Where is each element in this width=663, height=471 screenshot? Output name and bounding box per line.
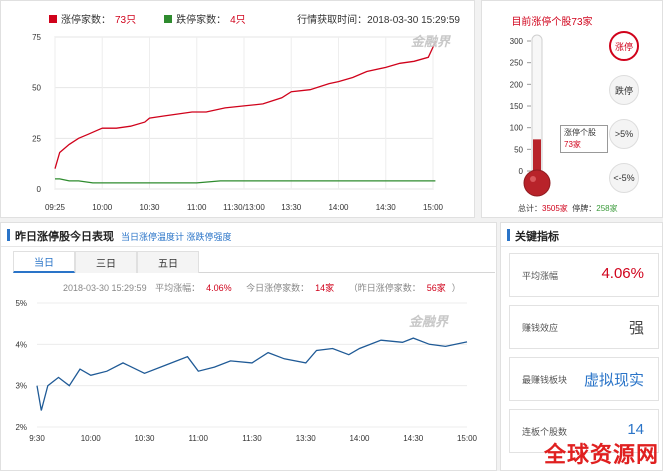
indicators-header: 关键指标 [501,223,662,247]
thermometer-tick-label: 150 [510,102,524,111]
thermometer-callout: 涨停个股 73家 [560,125,608,153]
x-tick-label: 10:00 [81,434,102,443]
watermark-logo: 金融界 [411,34,451,49]
y-tick-label: 2% [15,423,27,432]
key-indicators-panel: 关键指标 平均涨幅 4.06% 赚钱效应 强 最赚钱板块 虚拟现实 连板个股数 … [500,222,663,471]
thermometer-tick-label: 100 [510,124,524,133]
indicator-profit-effect: 赚钱效应 强 [509,305,659,349]
x-tick-label: 11:00 [189,434,209,443]
x-tick-label: 10:00 [92,203,113,212]
y-tick-label: 5% [15,299,27,308]
callout-label: 涨停个股 [564,128,596,137]
indicators-title: 关键指标 [515,231,559,243]
y-tick-label: 25 [32,134,41,143]
x-tick-label: 11:00 [187,203,207,212]
indicator-value: 强 [628,320,644,337]
limit-down-button[interactable]: 跌停 [609,75,639,105]
watermark-logo-2: 金融界 [409,314,449,329]
limit-up-series-line [54,40,437,169]
x-tick-label: 10:30 [139,203,160,212]
limit-up-button[interactable]: 涨停 [609,31,639,61]
thermometer-tick-label: 250 [510,59,524,68]
limit-down-series-line [55,178,436,184]
y-tick-label: 50 [32,84,41,93]
y-tick-label: 3% [15,382,27,391]
avg-gain-line-chart: 2% 3% 4% 5% 9:30 10:00 10:30 11:00 11:30 13:30 14:… [15,299,478,443]
indicators-marker [507,229,510,241]
thermometer-tick-label: 300 [510,37,524,46]
halt-value: 258家 [596,204,618,213]
indicator-label: 赚钱效应 [522,323,559,333]
thermometer-bulb [523,169,551,197]
x-tick-label: 13:30 [281,203,302,212]
down-5pct-button[interactable]: <-5% [609,163,639,193]
x-tick-label: 15:00 [423,203,444,212]
thermometer-footer: 总计：3505家 停牌：258家 [518,203,618,214]
x-tick-label: 9:30 [29,434,45,443]
indicator-top-sector: 最赚钱板块 虚拟现实 [509,357,659,401]
y-tick-label: 75 [32,33,41,42]
x-tick-label: 11:30 [242,434,262,443]
x-tick-label: 13:30 [296,434,317,443]
thermometer-panel: 目前涨停个股73家 300 250 200 150 100 50 0 涨停个股 73家 涨停… [481,0,663,218]
thermometer-tick-label: 50 [514,145,523,154]
x-tick-label: 14:00 [328,203,349,212]
indicator-label: 最赚钱板块 [522,375,568,385]
y-tick-label: 4% [15,340,27,349]
indicator-label: 平均涨幅 [522,271,559,281]
yesterday-limit-up-panel: 昨日涨停股今日表现 当日涨停温度计 涨跌停强度 当日 三日 五日 2018-03… [0,222,497,471]
x-tick-label: 14:30 [376,203,397,212]
total-value: 3505家 [542,204,568,213]
indicator-avg-gain: 平均涨幅 4.06% [509,253,659,297]
avg-gain-series-line [36,337,468,411]
footer-brand-watermark: 全球资源网 [543,442,659,467]
indicator-value: 14 [627,421,644,438]
x-tick-label: 14:30 [403,434,424,443]
thermometer-tick-label: 0 [519,167,524,176]
limit-up-line-chart: 0 25 50 75 09:25 10:00 10:30 11:00 11:30/13:00 13… [32,33,444,212]
thermometer-tick-label: 200 [510,80,524,89]
x-tick-label: 15:00 [457,434,478,443]
indicator-value[interactable]: 虚拟现实 [584,369,644,390]
x-tick-label: 11:30/13:00 [223,203,265,212]
callout-value: 73家 [564,140,581,149]
y-tick-label: 0 [37,185,42,194]
x-tick-label: 09:25 [45,203,66,212]
halt-label: 停牌： [572,204,597,213]
indicator-value: 4.06% [601,265,644,282]
up-5pct-button[interactable]: >5% [609,119,639,149]
x-tick-label: 14:00 [349,434,370,443]
thermometer-bulb-highlight [530,176,536,182]
limit-up-chart-panel: 涨停家数： 73只 跌停家数： 4只 行情获取时间：2018-03-30 15:… [0,0,475,218]
total-label: 总计： [518,204,542,213]
x-tick-label: 10:30 [134,434,155,443]
